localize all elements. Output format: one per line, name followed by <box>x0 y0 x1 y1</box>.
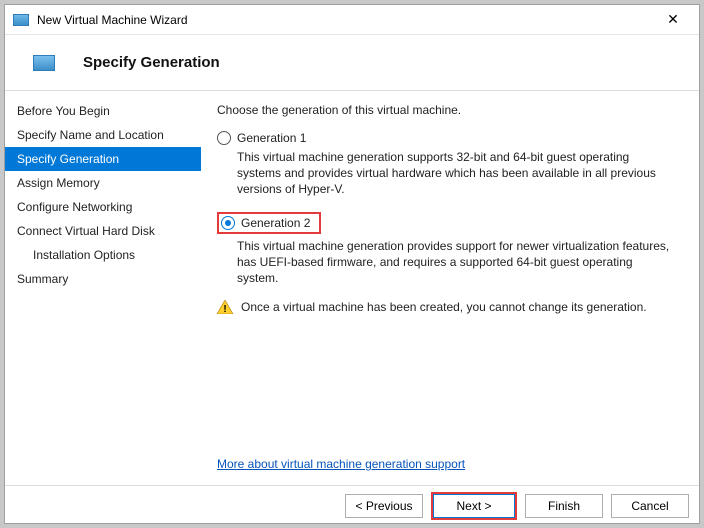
next-button[interactable]: Next > <box>431 492 517 520</box>
monitor-icon <box>33 55 55 71</box>
sidebar-item-installation-options[interactable]: Installation Options <box>5 243 201 267</box>
radio-label-gen1: Generation 1 <box>237 131 306 145</box>
sidebar-item-before-you-begin[interactable]: Before You Begin <box>5 99 201 123</box>
window-title: New Virtual Machine Wizard <box>37 13 655 27</box>
app-icon <box>13 14 29 26</box>
wizard-header: Specify Generation <box>5 35 699 91</box>
previous-button[interactable]: < Previous <box>345 494 423 518</box>
wizard-body: Before You Begin Specify Name and Locati… <box>5 91 699 485</box>
content-pane: Choose the generation of this virtual ma… <box>201 91 699 485</box>
close-button[interactable]: ✕ <box>655 11 691 28</box>
sidebar: Before You Begin Specify Name and Locati… <box>5 91 201 485</box>
radio-generation-1[interactable]: Generation 1 <box>217 131 675 145</box>
sidebar-item-specify-name[interactable]: Specify Name and Location <box>5 123 201 147</box>
sidebar-item-connect-vhd[interactable]: Connect Virtual Hard Disk <box>5 219 201 243</box>
wizard-window: New Virtual Machine Wizard ✕ Specify Gen… <box>4 4 700 524</box>
warning-text: Once a virtual machine has been created,… <box>241 300 647 314</box>
footer: < Previous Next > Finish Cancel <box>5 485 699 525</box>
radio-icon <box>217 131 231 145</box>
sidebar-item-configure-networking[interactable]: Configure Networking <box>5 195 201 219</box>
sidebar-item-specify-generation[interactable]: Specify Generation <box>5 147 201 171</box>
cancel-button[interactable]: Cancel <box>611 494 689 518</box>
sidebar-item-assign-memory[interactable]: Assign Memory <box>5 171 201 195</box>
more-info-link[interactable]: More about virtual machine generation su… <box>217 441 675 477</box>
titlebar: New Virtual Machine Wizard ✕ <box>5 5 699 35</box>
page-title: Specify Generation <box>83 54 220 71</box>
next-button-label: Next > <box>433 494 515 518</box>
svg-text:!: ! <box>223 304 226 314</box>
radio-generation-2[interactable]: Generation 2 <box>217 212 321 234</box>
warning-row: ! Once a virtual machine has been create… <box>217 300 675 314</box>
finish-button[interactable]: Finish <box>525 494 603 518</box>
intro-text: Choose the generation of this virtual ma… <box>217 103 675 117</box>
radio-label-gen2: Generation 2 <box>241 216 310 230</box>
gen1-description: This virtual machine generation supports… <box>237 149 675 198</box>
sidebar-item-summary[interactable]: Summary <box>5 267 201 291</box>
warning-icon: ! <box>217 300 233 314</box>
radio-icon-selected <box>221 216 235 230</box>
radio-dot <box>225 220 231 226</box>
gen2-description: This virtual machine generation provides… <box>237 238 675 287</box>
